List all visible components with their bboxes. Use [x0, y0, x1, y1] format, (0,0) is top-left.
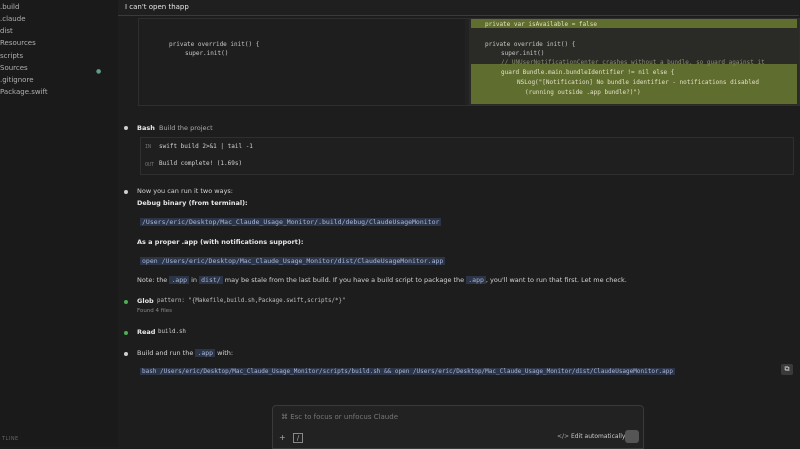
sidebar-item-package-swift[interactable]: Package.swift — [0, 88, 48, 97]
bash-output: Build complete! (1.69s) — [159, 160, 243, 167]
copy-icon[interactable]: ⧉ — [781, 364, 793, 375]
tool-name-bash[interactable]: Bash — [137, 124, 155, 132]
diff-right-line: // UNUserNotificationCenter crashes with… — [501, 59, 765, 66]
user-query-text: I can't open thapp — [125, 3, 189, 11]
modified-dot-icon: ● — [96, 68, 102, 75]
user-query-bar: I can't open thapp — [118, 0, 799, 16]
sidebar-item-sources[interactable]: Sources — [0, 64, 28, 73]
tool-bullet-icon — [124, 126, 128, 130]
tool-success-icon — [124, 300, 128, 304]
debug-heading: Debug binary (from terminal): — [137, 199, 248, 207]
add-icon[interactable]: + — [279, 433, 286, 442]
code-icon: </> — [557, 433, 570, 440]
final-text: Build and run the .app with: — [137, 349, 234, 357]
bash-io-box: IN swift build 2>&1 | tail -1 OUT Build … — [140, 137, 794, 175]
chat-input-placeholder: ⌘ Esc to focus or unfocus Claude — [281, 413, 398, 421]
message-bullet-icon — [124, 352, 128, 356]
tool-name-read[interactable]: Read — [137, 328, 155, 336]
build-run-command[interactable]: bash /Users/eric/Desktop/Mac_Claude_Usag… — [140, 368, 676, 375]
message-bullet-icon — [124, 190, 128, 194]
tool-success-icon — [124, 331, 128, 335]
diff-left-pane: private override init() { super.init() — [139, 19, 465, 105]
sidebar-item-build[interactable]: .build — [0, 3, 19, 12]
sidebar-item-claude[interactable]: .claude — [0, 15, 26, 24]
diff-right-line: guard Bundle.main.bundleIdentifier != ni… — [501, 69, 675, 76]
read-file: build.sh — [158, 329, 186, 335]
in-label: IN — [145, 144, 152, 150]
diff-right-line: private var isAvailable = false — [485, 21, 597, 28]
app-open-command[interactable]: open /Users/eric/Desktop/Mac_Claude_Usag… — [140, 257, 446, 265]
chat-input-box[interactable]: ⌘ Esc to focus or unfocus Claude + / </>… — [272, 405, 644, 449]
edit-mode-selector[interactable]: Edit automatically — [571, 433, 625, 440]
diff-right-pane: private var isAvailable = false private … — [469, 19, 799, 105]
sidebar-item-scripts[interactable]: scripts — [0, 52, 23, 61]
sidebar-item-gitignore[interactable]: .gitignore — [0, 76, 34, 85]
note-paragraph: Note: the .app in dist/ may be stale fro… — [137, 276, 627, 284]
debug-path-code[interactable]: /Users/eric/Desktop/Mac_Claude_Usage_Mon… — [140, 218, 442, 226]
glob-result: Found 4 files — [137, 308, 173, 314]
outline-section-header[interactable]: TLINE — [2, 436, 19, 442]
diff-right-line: NSLog("[Notification] No bundle identifi… — [517, 79, 760, 86]
glob-pattern: pattern: "{Makefile,build.sh,Package.swi… — [157, 298, 346, 304]
bash-command: swift build 2>&1 | tail -1 — [159, 143, 253, 150]
slash-command-icon[interactable]: / — [293, 433, 303, 443]
send-button[interactable] — [625, 430, 639, 443]
app-heading: As a proper .app (with notifications sup… — [137, 238, 304, 246]
message-intro: Now you can run it two ways: — [137, 187, 234, 195]
tool-name-glob[interactable]: Glob — [137, 297, 154, 305]
diff-right-line: super.init() — [501, 50, 545, 57]
diff-right-line: private override init() { — [485, 41, 576, 48]
file-explorer-sidebar: .build .claude dist Resources scripts So… — [0, 0, 118, 447]
diff-left-line: super.init() — [185, 50, 229, 57]
diff-left-line: private override init() { — [169, 41, 260, 48]
tool-description: Build the project — [159, 124, 213, 132]
sidebar-item-resources[interactable]: Resources — [0, 39, 36, 48]
diff-right-line: (running outside .app bundle?)") — [525, 89, 641, 96]
out-label: OUT — [145, 162, 155, 168]
sidebar-item-dist[interactable]: dist — [0, 27, 13, 36]
code-diff-view: private override init() { super.init() p… — [138, 18, 800, 106]
